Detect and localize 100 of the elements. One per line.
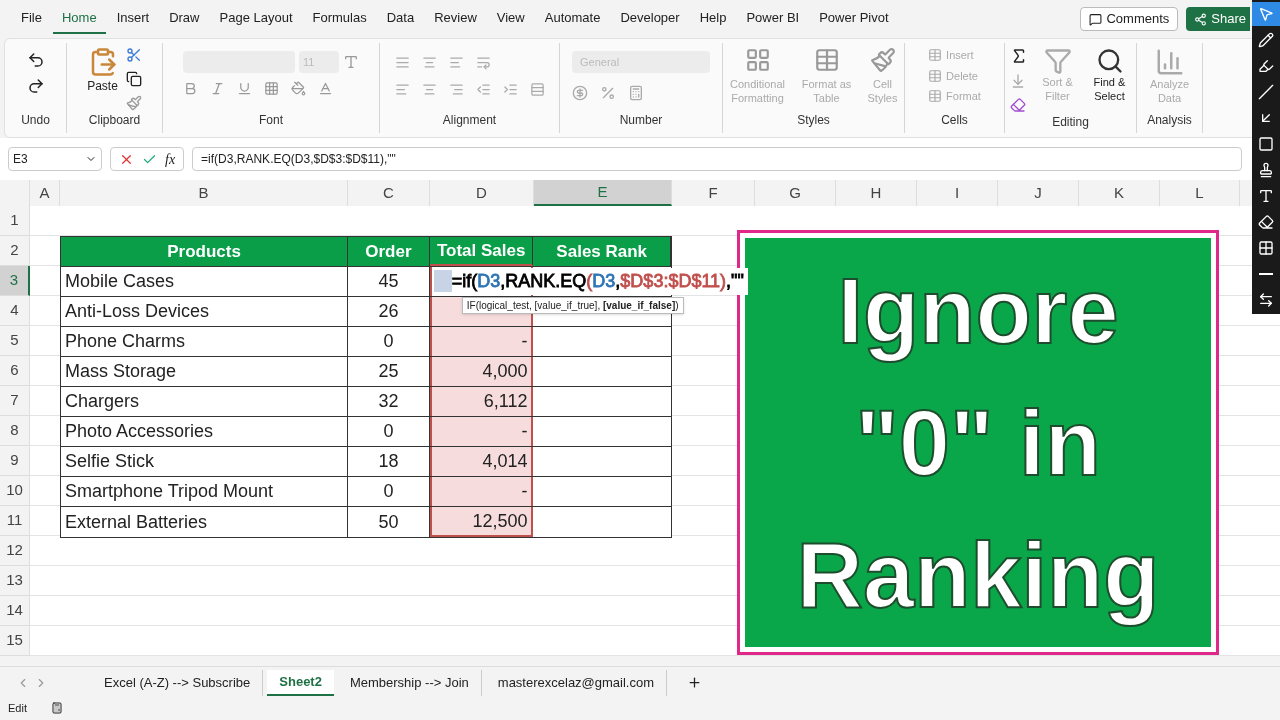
- sheet-tab[interactable]: Sheet2: [267, 669, 334, 696]
- align-right-icon[interactable]: [448, 82, 464, 97]
- column-heading: Total Sales: [436, 239, 526, 262]
- table-cell-text: 45: [378, 270, 399, 293]
- cut-icon[interactable]: [125, 47, 142, 63]
- menu-tab[interactable]: Power BI: [737, 4, 809, 34]
- grow-font-icon[interactable]: [343, 54, 359, 70]
- table-cell-text: 0: [383, 480, 394, 503]
- menu-tab[interactable]: Data: [377, 4, 424, 34]
- row-header[interactable]: 6: [0, 356, 30, 386]
- row-header[interactable]: 15: [0, 626, 30, 656]
- align-center-icon[interactable]: [421, 82, 437, 97]
- menu-tab[interactable]: Power Pivot: [810, 4, 898, 34]
- row-header[interactable]: 11: [0, 506, 30, 536]
- table-icon: [928, 48, 943, 63]
- share-button[interactable]: Share: [1186, 7, 1250, 31]
- row-header[interactable]: 4: [0, 296, 30, 326]
- share-icon: [1194, 12, 1208, 26]
- menu-tab[interactable]: Formulas: [303, 4, 376, 34]
- row-header[interactable]: 9: [0, 446, 30, 476]
- align-bottom-icon[interactable]: [448, 55, 464, 70]
- row-header[interactable]: 12: [0, 536, 30, 566]
- row-header[interactable]: 5: [0, 326, 30, 356]
- table-cell-text: Chargers: [65, 390, 140, 413]
- table-cell-text: 0: [383, 420, 394, 443]
- formula-field[interactable]: =if(D3,RANK.EQ(D3,$D$3:$D$11),"": [192, 147, 1242, 171]
- menu-tab[interactable]: Home: [52, 4, 106, 34]
- highlighter-icon: [1258, 58, 1274, 74]
- table-cell: -: [429, 327, 534, 356]
- row-header[interactable]: 7: [0, 386, 30, 416]
- table-icon: [928, 89, 943, 104]
- pencil-icon: [1258, 32, 1274, 48]
- sheet-tab[interactable]: Excel (A-Z) --> Subscribe: [92, 669, 264, 696]
- group-label: Styles: [796, 112, 831, 129]
- table-cell-text: Mass Storage: [65, 360, 177, 383]
- borders-icon[interactable]: [264, 81, 279, 96]
- search-icon: [1095, 47, 1124, 75]
- copy-icon[interactable]: [125, 71, 142, 87]
- banner-text: Ignore: [837, 258, 1119, 364]
- table-cell-text: Mobile Cases: [65, 270, 175, 293]
- table-cell-text: Phone Charms: [65, 330, 186, 353]
- font-color-icon[interactable]: [318, 81, 333, 96]
- filter-icon: [1043, 47, 1072, 75]
- cell-editor[interactable]: =if(D3,RANK.EQ(D3,$D$3:$D$11),"": [451, 267, 748, 295]
- undo-icon[interactable]: [26, 51, 45, 69]
- table-cell-text: Photo Accessories: [65, 420, 214, 443]
- merge-icon[interactable]: [529, 82, 545, 97]
- rectangle-icon: [1258, 136, 1274, 152]
- menu-tab[interactable]: Review: [425, 4, 486, 34]
- function-tooltip: IF(logical_test, [value_if_true], [value_if_false]): [461, 297, 684, 314]
- table-cell: -: [429, 417, 534, 446]
- comments-button[interactable]: Comments: [1080, 7, 1179, 31]
- table-cell-text: 25: [378, 360, 399, 383]
- table-cell-text: 0: [383, 330, 394, 353]
- currency-icon[interactable]: [572, 85, 588, 101]
- row-header[interactable]: 3: [0, 266, 30, 296]
- underline-icon[interactable]: [237, 81, 252, 96]
- row-header[interactable]: 13: [0, 566, 30, 596]
- clear-icon[interactable]: [1009, 97, 1026, 113]
- menu-tab[interactable]: File: [12, 4, 51, 34]
- menu-tab[interactable]: Draw: [160, 4, 209, 34]
- bold-icon[interactable]: [183, 81, 198, 96]
- paste-button[interactable]: Paste: [87, 47, 118, 95]
- column-heading: Order: [365, 240, 412, 263]
- percent-icon[interactable]: [600, 85, 616, 101]
- align-left-icon[interactable]: [394, 82, 410, 97]
- add-sheet-icon[interactable]: [687, 675, 703, 690]
- row-header[interactable]: 2: [0, 236, 30, 266]
- row-header[interactable]: 14: [0, 596, 30, 626]
- menu-tab[interactable]: Help: [690, 4, 736, 34]
- column-header[interactable]: E: [534, 180, 672, 206]
- italic-icon[interactable]: [210, 81, 225, 96]
- fill-color-icon[interactable]: [291, 81, 306, 96]
- table-cell-text: 26: [378, 300, 399, 323]
- name-box[interactable]: E3: [8, 147, 102, 171]
- insert-function-button[interactable]: fx: [165, 148, 176, 170]
- menu-tab[interactable]: Automate: [535, 4, 610, 34]
- menu-tab[interactable]: Insert: [107, 4, 159, 34]
- align-top-icon[interactable]: [394, 55, 410, 70]
- menu-tab[interactable]: Developer: [611, 4, 689, 34]
- group-label: Cells: [940, 112, 969, 129]
- wrap-text-icon[interactable]: [475, 55, 491, 70]
- format-painter-icon[interactable]: [125, 95, 142, 111]
- align-middle-icon[interactable]: [421, 55, 437, 70]
- banner-text: "0" in: [855, 390, 1101, 496]
- indent-decrease-icon[interactable]: [475, 82, 491, 97]
- swap-icon: [1258, 292, 1274, 308]
- sheet-tab[interactable]: masterexcelaz@gmail.com: [485, 669, 668, 696]
- row-header[interactable]: 1: [0, 206, 30, 236]
- menu-tab[interactable]: Page Layout: [210, 4, 302, 34]
- menu-tab[interactable]: View: [487, 4, 534, 34]
- table-icon: [813, 47, 840, 73]
- group-label: Clipboard: [87, 112, 142, 129]
- row-header[interactable]: 10: [0, 476, 30, 506]
- sheet-tab[interactable]: Membership --> Join: [337, 669, 482, 696]
- row-header[interactable]: 8: [0, 416, 30, 446]
- indent-increase-icon[interactable]: [502, 82, 518, 97]
- redo-icon[interactable]: [26, 77, 45, 95]
- find-select-button[interactable]: Find & Select: [1087, 47, 1132, 103]
- table-icon: [928, 68, 943, 83]
